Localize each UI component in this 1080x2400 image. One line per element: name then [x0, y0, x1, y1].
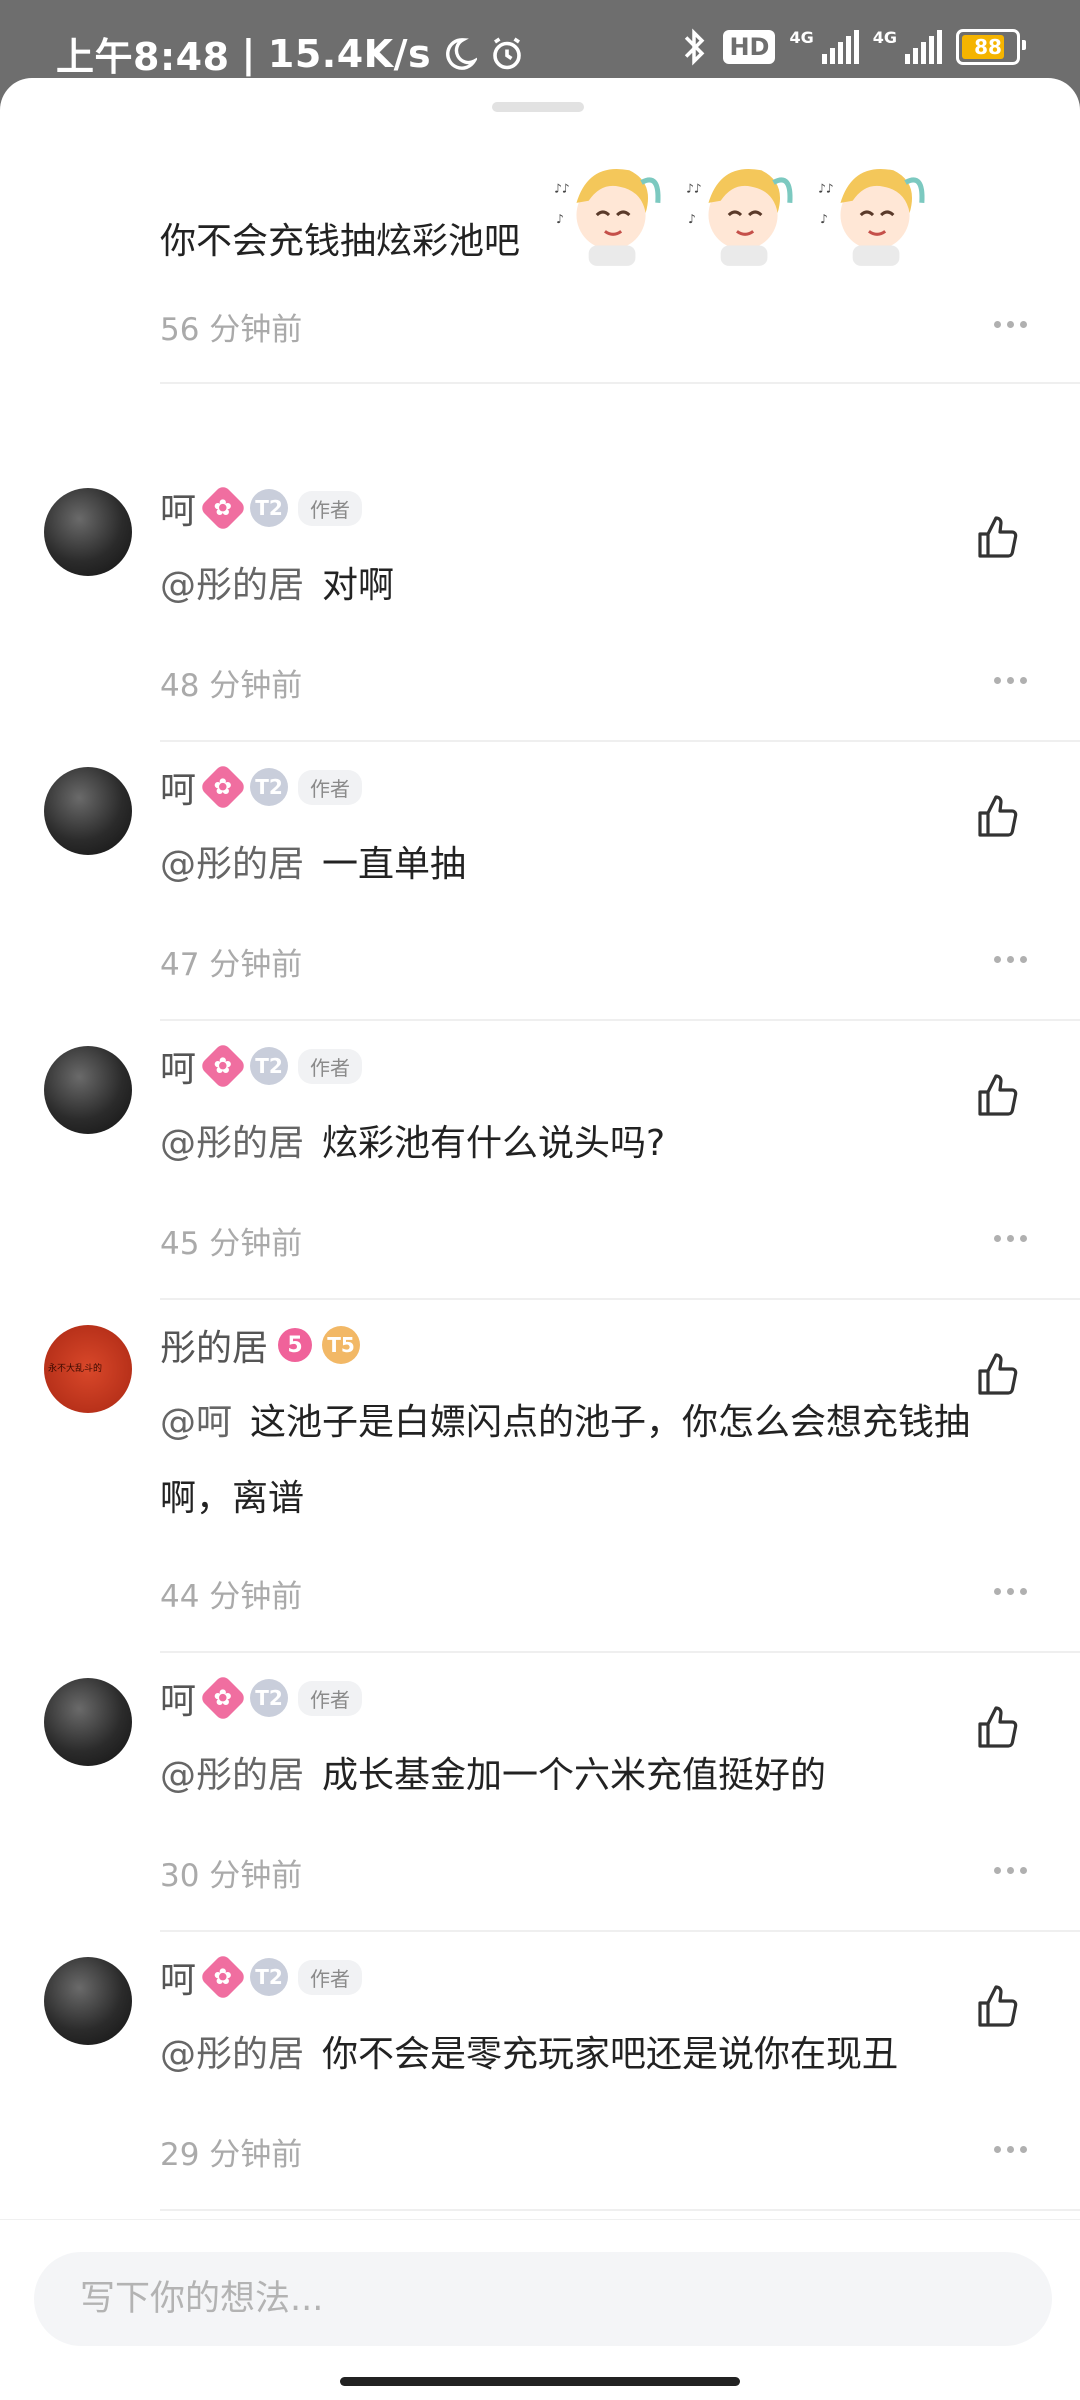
sheet-handle[interactable]: [492, 102, 584, 112]
comment-body: 炫彩池有什么说头吗?: [322, 1123, 666, 1164]
battery-icon: 88: [956, 29, 1026, 65]
avatar[interactable]: [44, 1957, 132, 2045]
divider: [160, 2209, 1080, 2211]
t-level-badge: T5: [322, 1326, 361, 1364]
comment-body: 一直单抽: [322, 844, 467, 885]
mention-link[interactable]: @彤的居: [160, 565, 304, 606]
signal-icon-2: [905, 30, 942, 64]
avatar[interactable]: [44, 488, 132, 576]
alarm-icon: [493, 37, 521, 69]
t-level-badge: T2: [250, 768, 289, 806]
comment-input[interactable]: [34, 2252, 1052, 2346]
level-badge-icon: ✿: [198, 1041, 248, 1091]
home-indicator[interactable]: [340, 2377, 740, 2386]
avatar[interactable]: 永不大乱斗的: [44, 1325, 132, 1413]
level-badge-icon: ✿: [198, 762, 248, 812]
sticker-image: ♪♪♪: [818, 168, 925, 266]
signal-icon: [821, 30, 859, 64]
comment-item: 呵 ✿ T2 作者 @彤的居 对啊 48 分钟前: [0, 382, 1080, 742]
t-level-badge: T2: [250, 1679, 289, 1717]
comment-text: @彤的居 一直单抽: [160, 827, 1040, 903]
username[interactable]: 彤的居: [160, 1319, 268, 1371]
level-badge: 5: [278, 1328, 313, 1362]
comment-text: @彤的居 炫彩池有什么说头吗?: [160, 1106, 1040, 1182]
clock: 上午8:48: [56, 35, 230, 79]
comment-body: 你不会是零充玩家吧还是说你在现丑: [322, 2034, 899, 2075]
svg-text:♪♪: ♪♪: [554, 182, 570, 196]
author-tag: 作者: [298, 1959, 363, 1995]
bluetooth-icon: [685, 28, 705, 66]
author-tag: 作者: [298, 490, 363, 526]
comment-time: 29 分钟前: [160, 2137, 303, 2173]
author-tag: 作者: [298, 769, 363, 805]
comment-text: @彤的居 成长基金加一个六米充值挺好的: [160, 1738, 1040, 1814]
network-type-1: 4G: [789, 27, 814, 47]
username[interactable]: 呵: [160, 761, 196, 813]
mention-link[interactable]: @彤的居: [160, 2034, 304, 2075]
comment-item: 呵 ✿ T2 作者 @彤的居 你不会是零充玩家吧还是说你在现丑 29 分钟前: [0, 1851, 1080, 2211]
mention-link[interactable]: @呵: [160, 1402, 232, 1443]
t-level-badge: T2: [250, 1047, 289, 1085]
username[interactable]: 呵: [160, 1040, 196, 1092]
level-badge-icon: ✿: [198, 1673, 248, 1723]
t-level-badge: T2: [250, 1958, 289, 1996]
avatar[interactable]: [44, 1678, 132, 1766]
comment-body: 对啊: [322, 565, 395, 606]
comment-text: @彤的居 你不会是零充玩家吧还是说你在现丑: [160, 2017, 1040, 2093]
more-options-icon[interactable]: [994, 2146, 1034, 2153]
comment-item: 呵 ✿ T2 作者 @彤的居 成长基金加一个六米充值挺好的 30 分钟前: [0, 1572, 1080, 1932]
hd-badge: HD: [723, 30, 776, 64]
comment-body: 这池子是白嫖闪点的池子，你怎么会想充钱抽啊，离谱: [160, 1402, 971, 1519]
svg-text:♪♪: ♪♪: [818, 182, 834, 196]
comment-body: 成长基金加一个六米充值挺好的: [322, 1755, 827, 1796]
mention-link[interactable]: @彤的居: [160, 844, 304, 885]
level-badge-icon: ✿: [198, 483, 248, 533]
comment-item: 永不大乱斗的 彤的居 5 T5 @呵 这池子是白嫖闪点的池子，你怎么会想充钱抽啊，…: [0, 1219, 1080, 1653]
sticker-group: ♪♪ ♪ ♪♪ ♪ ♪♪ ♪: [548, 152, 934, 274]
mention-link[interactable]: @彤的居: [160, 1755, 304, 1796]
separator: |: [241, 31, 256, 76]
comment-time: 56 分钟前: [160, 312, 303, 348]
username[interactable]: 呵: [160, 1672, 196, 1724]
comment-item: 呵 ✿ T2 作者 @彤的居 一直单抽 47 分钟前: [0, 661, 1080, 1021]
author-tag: 作者: [298, 1680, 363, 1716]
network-speed: 15.4K/s: [267, 31, 432, 76]
svg-text:♪♪: ♪♪: [686, 182, 702, 196]
svg-text:♪: ♪: [820, 212, 828, 226]
sticker-image: ♪♪♪: [554, 168, 661, 266]
svg-text:♪: ♪: [556, 212, 564, 226]
comment-input-bar: [0, 2219, 1080, 2400]
comment-text: @彤的居 对啊: [160, 548, 1040, 624]
svg-text:♪: ♪: [688, 212, 696, 226]
network-type-2: 4G: [872, 27, 897, 47]
comment-item: 呵 ✿ T2 作者 @彤的居 炫彩池有什么说头吗? 45 分钟前: [0, 940, 1080, 1300]
moon-icon: [446, 37, 478, 70]
author-tag: 作者: [298, 1048, 363, 1084]
comment-sheet: 你不会充钱抽炫彩池吧 ♪♪ ♪ ♪♪ ♪ ♪♪ ♪ 56 分钟前 呵 ✿ T2 作者 …: [0, 78, 1080, 2400]
avatar[interactable]: [44, 1046, 132, 1134]
avatar[interactable]: [44, 767, 132, 855]
comment-text: @呵 这池子是白嫖闪点的池子，你怎么会想充钱抽啊，离谱: [160, 1385, 1040, 1537]
more-options-icon[interactable]: [994, 321, 1034, 328]
username[interactable]: 呵: [160, 482, 196, 534]
t-level-badge: T2: [250, 489, 289, 527]
sticker-image: ♪♪♪: [686, 168, 793, 266]
username[interactable]: 呵: [160, 1951, 196, 2003]
level-badge-icon: ✿: [198, 1952, 248, 2002]
mention-link[interactable]: @彤的居: [160, 1123, 304, 1164]
battery-level: 88: [974, 35, 1002, 59]
